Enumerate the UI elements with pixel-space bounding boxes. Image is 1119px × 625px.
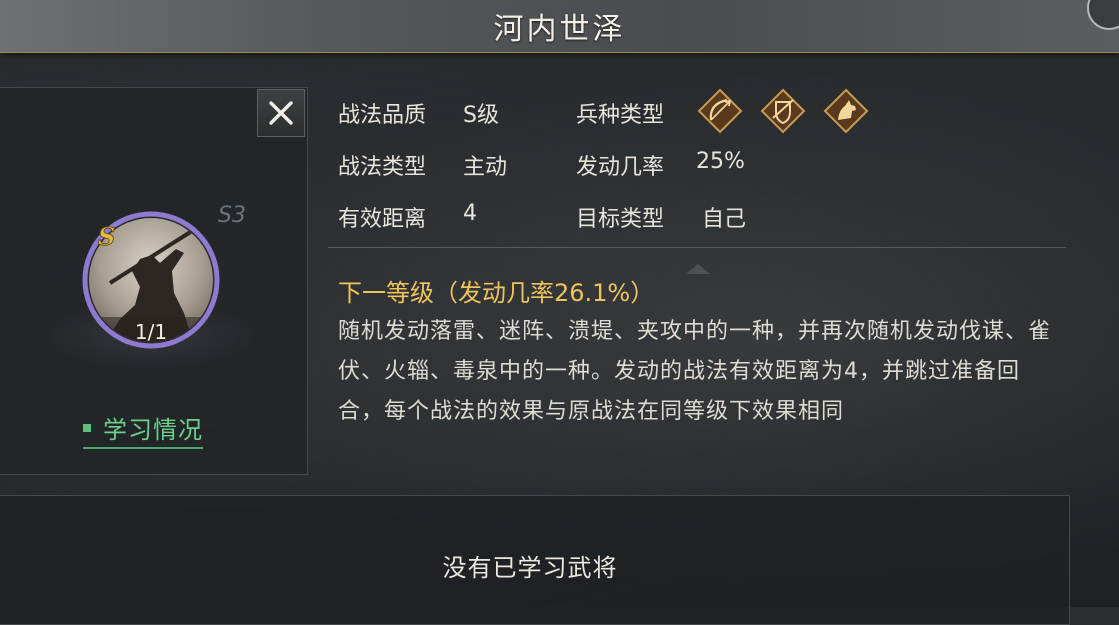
range-value: 4 xyxy=(463,201,477,226)
season-tag: S3 xyxy=(218,203,246,228)
skill-description: 随机发动落雷、迷阵、溃堤、夹攻中的一种，并再次随机发动伐谋、雀伏、火辎、毒泉中的… xyxy=(338,319,1052,424)
title-bar: 河内世泽 xyxy=(0,0,1119,53)
rate-value: 25% xyxy=(696,149,745,174)
target-label: 目标类型 xyxy=(576,207,665,232)
rate-label: 发动几率 xyxy=(576,155,665,180)
learn-status-link[interactable]: 学习情况 xyxy=(83,410,203,449)
range-label: 有效距离 xyxy=(338,207,427,232)
skill-count: 1/1 xyxy=(135,320,167,344)
quality-value: S级 xyxy=(463,103,499,128)
archer-icon[interactable] xyxy=(697,88,743,134)
cavalry-icon[interactable] xyxy=(823,88,869,134)
grade-letter: S xyxy=(98,222,115,251)
divider-notch xyxy=(686,264,710,274)
next-level-heading: 下一等级（发动几率26.1%） xyxy=(338,279,655,307)
shield-icon[interactable] xyxy=(760,88,806,134)
skill-emblem: S 1/1 xyxy=(82,211,220,349)
type-label: 战法类型 xyxy=(338,155,427,180)
arms-label: 兵种类型 xyxy=(576,103,665,128)
page-title: 河内世泽 xyxy=(493,12,626,47)
status-dot-icon xyxy=(83,423,91,432)
type-value: 主动 xyxy=(463,155,508,180)
close-icon xyxy=(269,101,293,125)
quality-label: 战法品质 xyxy=(338,103,427,128)
empty-message: 没有已学习武将 xyxy=(442,554,618,582)
section-divider xyxy=(328,247,1066,248)
target-value: 自己 xyxy=(702,207,747,232)
learn-status-label: 学习情况 xyxy=(103,416,203,444)
close-button[interactable] xyxy=(257,89,305,137)
